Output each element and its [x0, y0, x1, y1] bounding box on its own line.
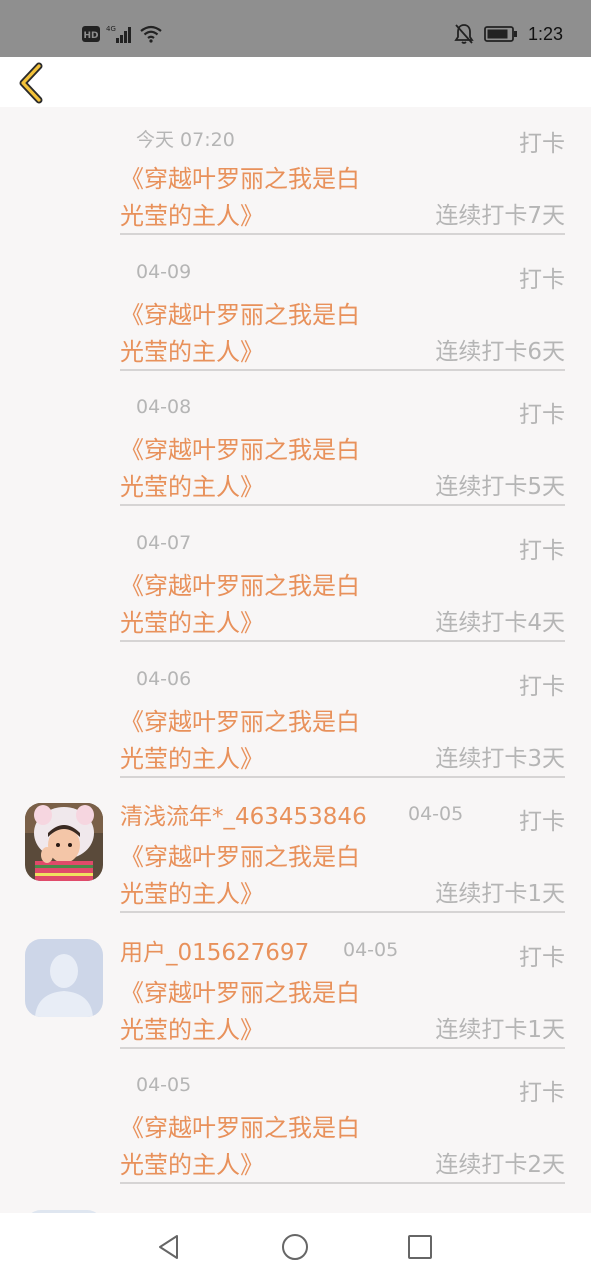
default-avatar-icon [25, 939, 103, 1017]
entry-action: 打卡 [519, 945, 565, 971]
circle-home-icon [282, 1234, 308, 1260]
book-title-line2[interactable]: 光莹的主人》 [120, 1010, 264, 1045]
book-title-line2[interactable]: 光莹的主人》 [120, 332, 264, 367]
bell-muted-icon [454, 24, 474, 44]
entry-action: 打卡 [519, 267, 565, 293]
triangle-back-icon [159, 1235, 178, 1259]
streak-count: 连续打卡6天 [435, 339, 565, 365]
list-item[interactable]: 04-08 打卡 《穿越叶罗丽之我是白 光莹的主人》 连续打卡5天 [0, 378, 591, 514]
entry-action: 打卡 [519, 538, 565, 564]
list-item[interactable]: 04-06 打卡 《穿越叶罗丽之我是白 光莹的主人》 连续打卡3天 [0, 650, 591, 786]
entry-action: 打卡 [519, 809, 565, 835]
book-title-line2[interactable]: 光莹的主人》 [120, 603, 264, 638]
book-title-line2[interactable]: 光莹的主人》 [120, 196, 264, 231]
list-item-partial[interactable] [0, 1192, 591, 1213]
battery-icon [484, 26, 517, 42]
entry-action: 打卡 [519, 402, 565, 428]
book-title-line2[interactable]: 光莹的主人》 [120, 739, 264, 774]
entry-date: 今天 07:20 [136, 129, 235, 151]
entry-date: 04-09 [136, 261, 192, 283]
status-bar: HD 4G 1:23 [0, 0, 591, 57]
book-title-line1[interactable]: 《穿越叶罗丽之我是白 [120, 295, 360, 330]
divider [120, 1047, 565, 1049]
book-title-line2[interactable]: 光莹的主人》 [120, 1145, 264, 1180]
streak-count: 连续打卡2天 [435, 1152, 565, 1178]
entry-action: 打卡 [519, 674, 565, 700]
chevron-left-icon [19, 62, 43, 104]
header [0, 57, 591, 107]
status-left: HD 4G [82, 22, 162, 46]
divider [120, 1182, 565, 1184]
wifi-icon [140, 25, 162, 43]
hd-icon: HD [82, 26, 100, 42]
avatar[interactable] [25, 939, 103, 1017]
divider [120, 369, 565, 371]
book-title-line1[interactable]: 《穿越叶罗丽之我是白 [120, 1108, 360, 1143]
list-item[interactable]: 04-05 打卡 《穿越叶罗丽之我是白 光莹的主人》 连续打卡2天 [0, 1056, 591, 1192]
streak-count: 连续打卡1天 [435, 881, 565, 907]
system-nav-bar [0, 1213, 591, 1280]
streak-count: 连续打卡3天 [435, 746, 565, 772]
list-item[interactable]: 今天 07:20 打卡 《穿越叶罗丽之我是白 光莹的主人》 连续打卡7天 [0, 107, 591, 243]
book-title-line1[interactable]: 《穿越叶罗丽之我是白 [120, 159, 360, 194]
divider [120, 504, 565, 506]
back-button[interactable] [10, 61, 52, 105]
entry-date: 04-07 [136, 532, 192, 554]
user-name[interactable]: 用户_015627697 [120, 933, 309, 967]
entry-date: 04-05 [136, 1074, 192, 1096]
divider [120, 911, 565, 913]
streak-count: 连续打卡7天 [435, 203, 565, 229]
avatar[interactable] [25, 803, 103, 881]
svg-text:4G: 4G [106, 25, 116, 33]
book-title-line2[interactable]: 光莹的主人》 [120, 874, 264, 909]
entry-date: 04-05 [408, 803, 464, 825]
list-item[interactable]: 04-09 打卡 《穿越叶罗丽之我是白 光莹的主人》 连续打卡6天 [0, 243, 591, 379]
nav-home-button[interactable] [279, 1231, 311, 1263]
streak-count: 连续打卡4天 [435, 610, 565, 636]
entry-date: 04-08 [136, 396, 192, 418]
list-item[interactable]: 用户_015627697 04-05 打卡 《穿越叶罗丽之我是白 光莹的主人》 … [0, 921, 591, 1057]
list-item[interactable]: 04-07 打卡 《穿越叶罗丽之我是白 光莹的主人》 连续打卡4天 [0, 514, 591, 650]
clock: 1:23 [527, 23, 563, 44]
square-recents-icon [408, 1235, 432, 1259]
divider [120, 233, 565, 235]
book-title-line2[interactable]: 光莹的主人》 [120, 467, 264, 502]
entry-date: 04-05 [343, 939, 399, 961]
avatar-photo [25, 803, 103, 881]
status-right: 1:23 [454, 20, 563, 48]
list-item[interactable]: 清浅流年*_463453846 04-05 打卡 《穿越叶罗丽之我是白 光莹的主… [0, 785, 591, 921]
entry-action: 打卡 [519, 131, 565, 157]
nav-back-button[interactable] [153, 1231, 185, 1263]
divider [120, 640, 565, 642]
svg-text:HD: HD [83, 31, 98, 41]
book-title-line1[interactable]: 《穿越叶罗丽之我是白 [120, 837, 360, 872]
streak-count: 连续打卡1天 [435, 1017, 565, 1043]
book-title-line1[interactable]: 《穿越叶罗丽之我是白 [120, 430, 360, 465]
divider [120, 776, 565, 778]
nav-recents-button[interactable] [404, 1231, 436, 1263]
entry-action: 打卡 [519, 1080, 565, 1106]
book-title-line1[interactable]: 《穿越叶罗丽之我是白 [120, 702, 360, 737]
signal-icon: 4G [106, 25, 131, 43]
user-name[interactable]: 清浅流年*_463453846 [120, 797, 367, 831]
book-title-line1[interactable]: 《穿越叶罗丽之我是白 [120, 566, 360, 601]
entry-date: 04-06 [136, 668, 192, 690]
checkin-list[interactable]: 今天 07:20 打卡 《穿越叶罗丽之我是白 光莹的主人》 连续打卡7天 04-… [0, 107, 591, 1213]
streak-count: 连续打卡5天 [435, 474, 565, 500]
book-title-line1[interactable]: 《穿越叶罗丽之我是白 [120, 973, 360, 1008]
